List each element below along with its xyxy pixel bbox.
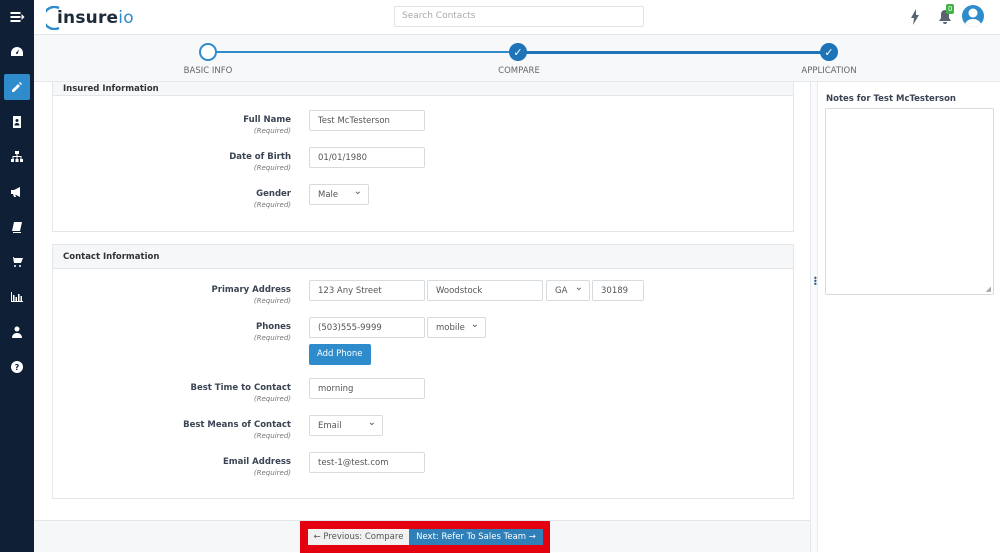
cart-icon [11, 257, 23, 267]
book-icon [12, 222, 22, 233]
check-icon: ✓ [513, 45, 523, 59]
gender-select[interactable]: Male [309, 184, 369, 205]
step-application-dot[interactable]: ✓ [820, 43, 838, 61]
sitemap-icon [11, 151, 23, 162]
required-note: (Required) [253, 127, 291, 135]
city-input[interactable]: Woodstock [427, 280, 543, 301]
label-text: Best Time to Contact [190, 383, 291, 393]
progress-stepper: ✓ ✓ BASIC INFO COMPARE APPLICATION [34, 35, 1000, 82]
gender-label: Gender (Required) [254, 189, 291, 209]
panel-title: Insured Information [53, 82, 793, 96]
drag-handle-icon[interactable]: • • • [813, 275, 818, 289]
resize-grip-icon[interactable]: ◢ [986, 285, 991, 293]
zip-input[interactable]: 30189 [592, 280, 644, 301]
next-refer-button[interactable]: Next: Refer To Sales Team → [409, 529, 543, 545]
user-icon [12, 326, 22, 338]
insureio-logo[interactable]: insureio [46, 5, 134, 31]
sidebar: ? [0, 0, 34, 552]
dob-input[interactable]: 01/01/1980 [309, 147, 425, 168]
logo-main-text: insure [57, 8, 119, 28]
step-application-label[interactable]: APPLICATION [801, 66, 856, 76]
dashboard-icon [11, 47, 23, 56]
required-note: (Required) [253, 469, 291, 477]
form-footer: ← Previous: Compare Next: Refer To Sales… [34, 520, 810, 553]
label-text: Phones [256, 322, 291, 332]
logo-text: insureio [57, 8, 134, 28]
help-icon: ? [11, 361, 23, 373]
required-note: (Required) [253, 164, 291, 172]
sidebar-item-account[interactable] [4, 319, 30, 345]
label-text: Gender [256, 189, 291, 199]
menu-icon [10, 12, 24, 22]
sidebar-item-dashboard[interactable] [4, 39, 30, 65]
sidebar-item-edit[interactable] [4, 74, 30, 100]
best-time-label: Best Time to Contact (Required) [190, 383, 291, 403]
step-connector [215, 51, 525, 53]
sidebar-item-reports[interactable] [4, 284, 30, 310]
logo-accent-text: io [118, 8, 134, 28]
sidebar-item-marketing[interactable] [4, 179, 30, 205]
required-note: (Required) [253, 432, 291, 440]
required-note: (Required) [253, 334, 291, 342]
street-input[interactable]: 123 Any Street [309, 280, 425, 301]
notes-title: Notes for Test McTesterson [826, 94, 956, 104]
previous-compare-button[interactable]: ← Previous: Compare [308, 529, 409, 545]
label-text: Primary Address [211, 285, 291, 295]
label-text: Email Address [222, 457, 291, 467]
insured-information-panel: Insured Information Full Name (Required) … [52, 82, 794, 232]
main-content: Insured Information Full Name (Required) … [34, 82, 810, 552]
phone-input[interactable]: (503)555-9999 [309, 317, 425, 338]
best-means-label: Best Means of Contact (Required) [183, 420, 291, 440]
full-name-input[interactable]: Test McTesterson [309, 110, 425, 131]
step-compare-label[interactable]: COMPARE [498, 66, 540, 76]
notes-panel: Notes for Test McTesterson ◢ [818, 82, 1000, 552]
required-note: (Required) [253, 201, 291, 209]
contact-information-panel: Contact Information Primary Address (Requ… [52, 244, 794, 499]
svg-text:?: ? [15, 363, 20, 372]
check-icon: ✓ [824, 45, 834, 59]
step-connector [525, 51, 828, 54]
megaphone-icon [11, 187, 20, 197]
step-basic-info-dot[interactable] [199, 43, 217, 61]
add-phone-button[interactable]: Add Phone [309, 344, 371, 365]
navigation-highlight: ← Previous: Compare Next: Refer To Sales… [300, 521, 550, 553]
email-input[interactable]: test-1@test.com [309, 452, 425, 473]
menu-toggle-button[interactable] [4, 4, 30, 30]
label-text: Full Name [243, 115, 291, 125]
notes-textarea[interactable]: ◢ [825, 108, 994, 295]
email-label: Email Address (Required) [223, 457, 291, 477]
user-avatar-icon [964, 8, 982, 27]
required-note: (Required) [253, 395, 291, 403]
panel-resize-divider[interactable]: • • • [810, 82, 818, 552]
bar-chart-icon [11, 292, 23, 302]
top-bar: insureio Search Contacts 0 [34, 0, 1000, 35]
panel-title: Contact Information [53, 245, 793, 269]
lightning-icon[interactable] [910, 9, 920, 25]
best-means-select[interactable]: Email [309, 415, 383, 436]
label-text: Best Means of Contact [183, 420, 291, 430]
pencil-icon [12, 82, 22, 92]
sidebar-item-help[interactable]: ? [4, 354, 30, 380]
sidebar-item-org-chart[interactable] [4, 144, 30, 170]
step-basic-info-label[interactable]: BASIC INFO [184, 66, 233, 76]
primary-address-label: Primary Address (Required) [212, 285, 291, 305]
phones-label: Phones (Required) [254, 322, 291, 342]
state-select[interactable]: GA [546, 280, 590, 301]
full-name-label: Full Name (Required) [243, 115, 291, 135]
dob-label: Date of Birth (Required) [229, 152, 291, 172]
sidebar-item-contacts[interactable] [4, 109, 30, 135]
user-avatar[interactable] [962, 5, 984, 27]
sidebar-item-store[interactable] [4, 249, 30, 275]
step-compare-dot[interactable]: ✓ [509, 43, 527, 61]
sidebar-item-training[interactable] [4, 214, 30, 240]
phone-type-select[interactable]: mobile [427, 317, 486, 338]
label-text: Date of Birth [229, 152, 291, 162]
search-contacts-input[interactable]: Search Contacts [394, 6, 644, 27]
required-note: (Required) [253, 297, 291, 305]
best-time-input[interactable]: morning [309, 378, 425, 399]
contact-card-icon [13, 116, 21, 128]
notification-badge: 0 [946, 4, 955, 14]
